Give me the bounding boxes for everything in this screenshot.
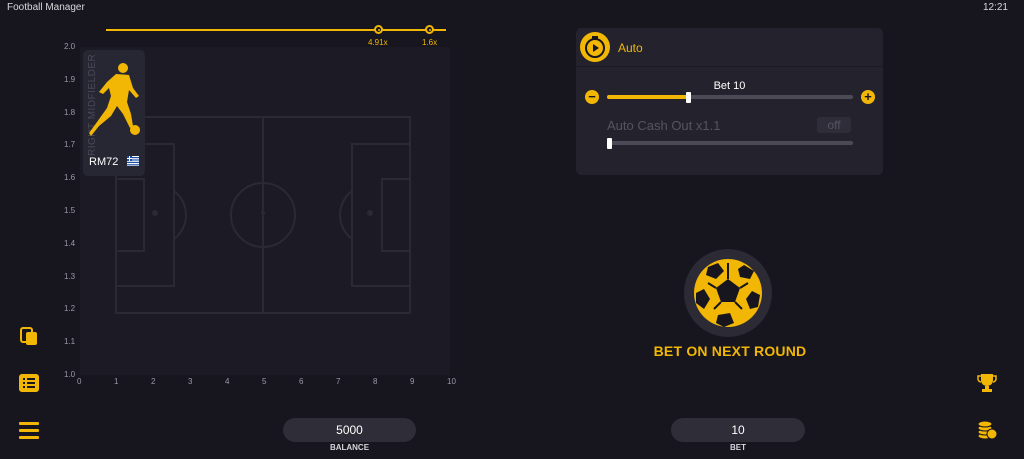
- history-item: 1.6x: [422, 38, 438, 47]
- x-tick-label: 5: [262, 377, 267, 386]
- y-tick-label: 1.5: [64, 206, 76, 215]
- bet-slider-label: Bet 10: [713, 80, 746, 92]
- bet-next-round-button[interactable]: BET ON NEXT ROUND: [600, 343, 860, 359]
- greece-flag-icon: [127, 156, 139, 166]
- balance-caption: BALANCE: [329, 443, 370, 452]
- status-bar: Football Manager 12:21: [0, 0, 1024, 16]
- bet-decrease-button[interactable]: −: [585, 90, 599, 104]
- divider: [576, 66, 883, 67]
- copy-icon[interactable]: [18, 325, 40, 347]
- auto-cashout-toggle[interactable]: off: [817, 117, 851, 133]
- y-tick-label: 1.9: [64, 74, 76, 84]
- y-tick-label: 1.1: [64, 337, 76, 347]
- stopwatch-icon: [585, 36, 605, 58]
- x-tick-label: 2: [151, 377, 156, 386]
- auto-cashout-label: Auto Cash Out x1.1: [607, 118, 721, 133]
- balance-display: 5000: [283, 418, 416, 442]
- bet-slider-fill: [607, 95, 689, 99]
- y-tick-label: 1.8: [64, 107, 76, 117]
- y-tick-label: 1.3: [64, 271, 76, 281]
- x-tick-label: 0: [77, 377, 82, 386]
- auto-bet-panel: Auto Bet 10 − + Auto Cash Out x1.1 off: [576, 28, 883, 175]
- history-item: 4.91x: [368, 38, 388, 47]
- auto-label[interactable]: Auto: [618, 41, 643, 55]
- player-card: RIGHT MIDFIELDER RM72: [83, 50, 145, 176]
- auto-play-button[interactable]: [580, 32, 610, 62]
- x-tick-label: 8: [373, 377, 378, 386]
- soccer-ball-icon: [694, 259, 762, 327]
- x-tick-label: 9: [410, 377, 415, 386]
- player-code: RM72: [89, 156, 119, 168]
- x-tick-label: 1: [114, 377, 119, 386]
- bet-increase-button[interactable]: +: [861, 90, 875, 104]
- cashout-slider-thumb[interactable]: [607, 138, 612, 149]
- y-tick-label: 1.4: [64, 238, 76, 248]
- x-tick-label: 4: [225, 377, 230, 386]
- y-tick-label: 1.7: [64, 140, 76, 150]
- x-tick-label: 10: [447, 377, 456, 386]
- x-tick-label: 3: [188, 377, 193, 386]
- y-tick-label: 1.6: [64, 173, 76, 183]
- auto-header: Auto: [576, 28, 883, 66]
- bet-slider-thumb[interactable]: [686, 92, 692, 103]
- coins-icon[interactable]: [976, 419, 998, 441]
- list-icon[interactable]: [18, 372, 40, 394]
- y-tick-label: 2.0: [64, 42, 76, 51]
- app-title: Football Manager: [7, 2, 85, 13]
- bet-caption: BET: [730, 443, 746, 452]
- trophy-icon[interactable]: [976, 372, 998, 394]
- history-line: [106, 29, 446, 31]
- player-silhouette-icon: [89, 63, 140, 136]
- history-marker[interactable]: [374, 25, 383, 34]
- y-tick-label: 1.0: [64, 370, 76, 379]
- bet-slider[interactable]: [607, 95, 853, 99]
- history-marker[interactable]: [425, 25, 434, 34]
- bet-amount-display[interactable]: 10: [671, 418, 805, 442]
- bet-ball-button[interactable]: [684, 249, 772, 337]
- cashout-slider[interactable]: [607, 141, 853, 145]
- x-tick-label: 7: [336, 377, 341, 386]
- y-tick-label: 1.2: [64, 304, 76, 314]
- menu-icon[interactable]: [18, 419, 40, 441]
- status-time: 12:21: [982, 2, 1008, 13]
- x-tick-label: 6: [299, 377, 304, 386]
